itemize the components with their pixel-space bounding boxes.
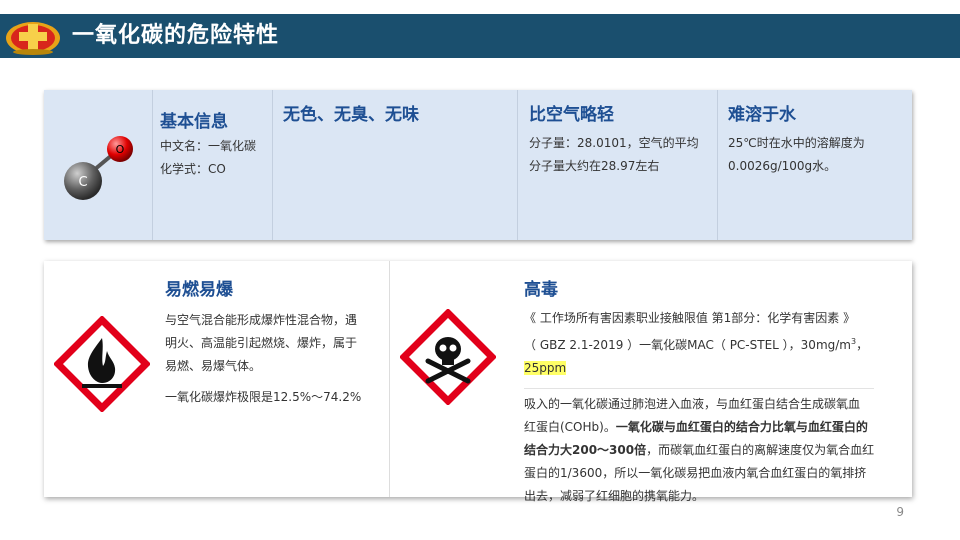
- mechanism-line: 出去，减弱了红细胞的携氧能力。: [524, 489, 705, 503]
- carbon-label: C: [78, 175, 87, 190]
- insoluble-line: 0.0026g/100g水。: [728, 159, 837, 173]
- flammable-heading: 易燃易爆: [165, 280, 233, 300]
- emblem-icon: [6, 22, 60, 55]
- insoluble-text: 25℃时在水中的溶解度为 0.0026g/100g水。: [728, 132, 865, 178]
- toxic-text: 《 工作场所有害因素职业接触限值 第1部分：化学有害因素 》 （ GBZ 2.1…: [524, 307, 875, 508]
- divider: [517, 90, 518, 240]
- standard-comma: ，: [856, 338, 869, 352]
- divider: [152, 90, 153, 240]
- flammable-hazard-icon: [54, 316, 150, 412]
- mechanism-text: 红蛋白(COHb)。: [524, 420, 616, 434]
- lighter-text: 分子量：28.0101，空气的平均 分子量大约在28.97左右: [529, 132, 699, 178]
- name-line: 中文名：一氧化碳: [160, 139, 257, 153]
- divider: [717, 90, 718, 240]
- flammable-line: 易燃、易爆气体。: [165, 359, 262, 373]
- page-title: 一氧化碳的危险特性: [72, 23, 280, 48]
- flammable-text: 与空气混合能形成爆炸性混合物，遇 明火、高温能引起燃烧、爆炸，属于 易燃、易爆气…: [165, 309, 361, 409]
- mechanism-paragraph: 吸入的一氧化碳通过肺泡进入血液，与血红蛋白结合生成碳氧血 红蛋白(COHb)。一…: [524, 388, 875, 508]
- mechanism-bold: 结合力大200～300倍: [524, 443, 647, 457]
- explosion-limit: 一氧化碳爆炸极限是12.5%～74.2%: [165, 390, 362, 404]
- page-number: 9: [896, 505, 904, 519]
- mechanism-line: 结合力大200～300倍，而碳氧血红蛋白的离解速度仅为氧合血红: [524, 439, 874, 462]
- mechanism-line: 红蛋白(COHb)。一氧化碳与血红蛋白的结合力比氧与血红蛋白的: [524, 416, 874, 439]
- co-molecule-icon: O C: [64, 136, 133, 200]
- header-bar: 一氧化碳的危险特性: [0, 14, 960, 58]
- standard-text: （ GBZ 2.1-2019 ）一氧化碳MAC（ PC-STEL ），30mg/…: [524, 338, 851, 352]
- divider: [272, 90, 273, 240]
- mechanism-bold: 一氧化碳与血红蛋白的结合力比氧与血红蛋白的: [615, 420, 868, 434]
- insoluble-line: 25℃时在水中的溶解度为: [728, 136, 865, 150]
- standard-line: 《 工作场所有害因素职业接触限值 第1部分：化学有害因素 》: [524, 311, 856, 325]
- toxic-hazard-icon: [400, 309, 496, 405]
- flammable-line: 明火、高温能引起燃烧、爆炸，属于: [165, 336, 358, 350]
- divider: [389, 261, 390, 497]
- standard-line: （ GBZ 2.1-2019 ）一氧化碳MAC（ PC-STEL ），30mg/…: [524, 330, 874, 357]
- toxic-heading: 高毒: [524, 280, 558, 300]
- mechanism-line: 蛋白的1/3600，所以一氧化碳易把血液内氧合血红蛋白的氧排挤: [524, 466, 867, 480]
- insoluble-heading: 难溶于水: [728, 105, 796, 125]
- lighter-heading: 比空气略轻: [529, 105, 614, 125]
- basic-info-heading: 基本信息: [160, 112, 228, 132]
- ppm-line: 25ppm: [524, 357, 874, 380]
- oxygen-label: O: [116, 143, 125, 156]
- hazards-panel: 易燃易爆 与空气混合能形成爆炸性混合物，遇 明火、高温能引起燃烧、爆炸，属于 易…: [44, 261, 912, 503]
- formula-line: 化学式：CO: [160, 162, 226, 176]
- lighter-line: 分子量大约在28.97左右: [529, 159, 660, 173]
- basic-info-text: 中文名：一氧化碳 化学式：CO: [160, 135, 256, 181]
- properties-panel: O C 基本信息 中文名：一氧化碳 化学式：CO 无色、无臭、无味 比空气略轻 …: [44, 90, 912, 240]
- flammable-line: 与空气混合能形成爆炸性混合物，遇: [165, 313, 358, 327]
- lighter-line: 分子量：28.0101，空气的平均: [529, 136, 699, 150]
- color-odor-heading: 无色、无臭、无味: [283, 105, 419, 125]
- mechanism-line: 吸入的一氧化碳通过肺泡进入血液，与血红蛋白结合生成碳氧血: [524, 397, 861, 411]
- ppm-highlight: 25ppm: [524, 361, 567, 375]
- mechanism-text: ，而碳氧血红蛋白的离解速度仅为氧合血红: [646, 443, 875, 457]
